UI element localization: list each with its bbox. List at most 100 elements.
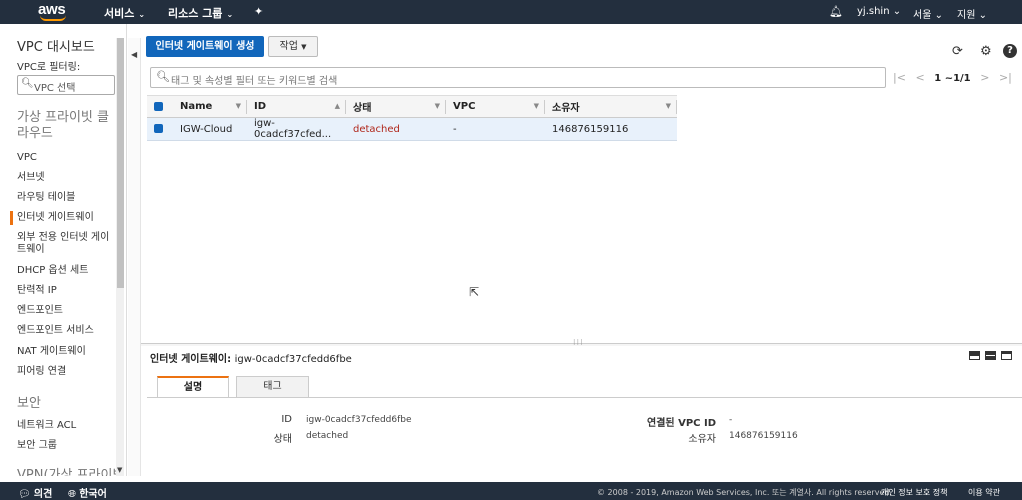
privacy-policy-link[interactable]: 개인 정보 보호 정책 — [881, 487, 948, 498]
user-name: yj.shin — [857, 6, 890, 17]
top-navigation-bar: aws 서비스 ⌄ 리소스 그룹 ⌄ ✦ 🔔︎ yj.shin ⌄ 서울 ⌄ 지원 … — [0, 0, 1022, 24]
copyright-text: © 2008 - 2019, Amazon Web Services, Inc.… — [597, 488, 893, 497]
row-checkbox-cell[interactable] — [147, 117, 173, 141]
sidebar-item-endpoints[interactable]: 엔드포인트 — [17, 305, 117, 317]
state-value: detached — [306, 431, 349, 441]
table-row[interactable]: IGW-Cloud igw-0cadcf37cfed... detached -… — [147, 117, 1022, 141]
drag-handle-icon: ⁝⁝⁝ — [573, 338, 584, 347]
sort-asc-icon: ▲ — [334, 102, 340, 110]
sidebar-item-egress-only-gateways[interactable]: 외부 전용 인터넷 게이트웨이 — [17, 232, 117, 256]
pagination: |< < 1 ~1/1 > >| — [893, 71, 1012, 84]
sidebar-item-elastic-ips[interactable]: 탄력적 IP — [17, 285, 117, 297]
scroll-down-icon[interactable]: ▼ — [117, 466, 122, 474]
globe-icon: 🌐︎ — [68, 489, 76, 500]
sidebar-item-peering[interactable]: 피어링 연결 — [17, 366, 117, 378]
select-all-checkbox[interactable] — [154, 101, 163, 111]
sidebar-collapse-toggle[interactable]: ◀ — [128, 38, 141, 476]
owner-value: 146876159116 — [729, 431, 798, 441]
layout-split-icon[interactable] — [985, 351, 996, 360]
chevron-down-icon: ⌄ — [226, 10, 234, 19]
select-all-checkbox-cell[interactable] — [147, 95, 173, 118]
next-page-icon[interactable]: > — [980, 71, 989, 84]
region-label: 서울 — [913, 10, 932, 21]
cell-state: detached — [346, 117, 446, 141]
cell-name: IGW-Cloud — [173, 117, 247, 141]
sidebar-item-internet-gateways[interactable]: 인터넷 게이트웨이 — [10, 211, 117, 225]
user-menu[interactable]: yj.shin ⌄ — [857, 6, 901, 17]
section-security: 보안 — [17, 396, 41, 411]
column-header-name[interactable]: Name ▼ — [173, 95, 247, 118]
detail-heading: 인터넷 게이트웨이: igw-0cadcf37cfedd6fbe — [150, 350, 352, 365]
search-input[interactable]: 🔍︎ 태그 및 속성별 필터 또는 키워드별 검색 — [150, 67, 886, 88]
panel-resize-handle[interactable]: ⁝⁝⁝ — [141, 338, 1022, 347]
attached-vpc-value: - — [729, 415, 733, 425]
sidebar-item-subnets[interactable]: 서브넷 — [17, 172, 117, 184]
column-header-state[interactable]: 상태 ▼ — [346, 95, 446, 118]
prev-page-icon[interactable]: < — [915, 71, 924, 84]
scrollbar-thumb[interactable] — [117, 38, 124, 288]
sidebar-item-network-acls[interactable]: 네트워크 ACL — [17, 420, 117, 432]
resource-groups-menu[interactable]: 리소스 그룹 ⌄ — [168, 5, 233, 21]
sidebar-item-vpc[interactable]: VPC — [17, 152, 117, 164]
vpc-filter-select[interactable]: 🔍︎ VPC 선택 — [17, 75, 115, 95]
bell-icon[interactable]: 🔔︎ — [829, 5, 843, 18]
attached-vpc-label: 연결된 VPC ID — [647, 418, 716, 429]
chevron-down-icon: ⌄ — [138, 10, 146, 19]
table-header-row: Name ▼ ID ▲ 상태 ▼ VPC ▼ 소유자 ▼ — [147, 95, 1022, 118]
owner-label: 소유자 — [688, 434, 716, 445]
first-page-icon[interactable]: |< — [893, 71, 906, 84]
sidebar-item-dhcp-options[interactable]: DHCP 옵션 세트 — [17, 265, 117, 277]
column-name-label: Name — [180, 101, 213, 112]
feedback-button[interactable]: 💬︎ 의견 — [18, 485, 52, 500]
actions-button[interactable]: 작업 ▼ — [268, 36, 318, 57]
layout-bottom-icon[interactable] — [969, 351, 980, 360]
id-label: ID — [281, 414, 292, 425]
column-owner-label: 소유자 — [552, 103, 580, 114]
support-menu[interactable]: 지원 ⌄ — [957, 6, 987, 21]
sort-icon: ▼ — [665, 102, 671, 110]
vpc-filter-placeholder: VPC 선택 — [34, 83, 76, 94]
sidebar-item-endpoint-services[interactable]: 엔드포인트 서비스 — [17, 325, 117, 337]
tab-description[interactable]: 설명 — [157, 376, 229, 398]
column-header-vpc[interactable]: VPC ▼ — [446, 95, 545, 118]
language-selector[interactable]: 🌐︎ 한국어 — [68, 485, 107, 500]
sidebar-item-route-tables[interactable]: 라우팅 테이블 — [17, 192, 117, 204]
id-value: igw-0cadcf37cfedd6fbe — [306, 415, 412, 425]
internet-gateways-table: Name ▼ ID ▲ 상태 ▼ VPC ▼ 소유자 ▼ IGW-Cloud igw-0c… — [147, 95, 1022, 141]
sidebar-scrollbar[interactable]: ▼ — [116, 38, 124, 476]
actions-label: 작업 — [279, 41, 298, 52]
column-state-label: 상태 — [353, 103, 372, 114]
mouse-cursor-icon: ⇱ — [469, 285, 480, 299]
support-label: 지원 — [957, 10, 976, 21]
services-menu[interactable]: 서비스 ⌄ — [104, 5, 145, 21]
column-header-owner[interactable]: 소유자 ▼ — [545, 95, 677, 118]
sidebar-title[interactable]: VPC 대시보드 — [17, 36, 95, 55]
layout-full-icon[interactable] — [1001, 351, 1012, 360]
section-vpn: VPN(가상 프라이빗 — [17, 468, 125, 476]
sidebar-item-nat-gateways[interactable]: NAT 게이트웨이 — [17, 346, 117, 358]
sort-icon: ▼ — [434, 102, 440, 110]
chevron-down-icon: ▼ — [301, 43, 307, 51]
last-page-icon[interactable]: >| — [999, 71, 1012, 84]
sort-icon: ▼ — [533, 102, 539, 110]
language-label: 한국어 — [79, 489, 107, 500]
terms-of-use-link[interactable]: 이용 약관 — [968, 487, 1000, 498]
refresh-icon[interactable]: ⟳ — [952, 44, 963, 59]
detail-heading-id: igw-0cadcf37cfedd6fbe — [234, 354, 352, 365]
footer-bar: 💬︎ 의견 🌐︎ 한국어 © 2008 - 2019, Amazon Web S… — [0, 482, 1022, 500]
create-internet-gateway-button[interactable]: 인터넷 게이트웨이 생성 — [146, 36, 264, 57]
sidebar: VPC 대시보드 VPC로 필터링: 🔍︎ VPC 선택 가상 프라이빗 클라우… — [0, 24, 127, 476]
gear-icon[interactable]: ⚙ — [980, 44, 992, 59]
detail-heading-label: 인터넷 게이트웨이: — [150, 354, 232, 365]
cell-id: igw-0cadcf37cfed... — [247, 117, 346, 141]
vpc-filter-label: VPC로 필터링: — [17, 62, 81, 73]
pin-icon[interactable]: ✦ — [254, 5, 263, 18]
tab-tags[interactable]: 태그 — [236, 376, 309, 398]
row-checkbox[interactable] — [154, 124, 163, 133]
help-icon[interactable]: ? — [1003, 44, 1017, 58]
region-menu[interactable]: 서울 ⌄ — [913, 6, 943, 21]
search-icon: 🔍︎ — [156, 70, 170, 83]
resource-groups-label: 리소스 그룹 — [168, 7, 223, 20]
sidebar-item-security-groups[interactable]: 보안 그룹 — [17, 440, 117, 452]
column-header-id[interactable]: ID ▲ — [247, 95, 346, 118]
